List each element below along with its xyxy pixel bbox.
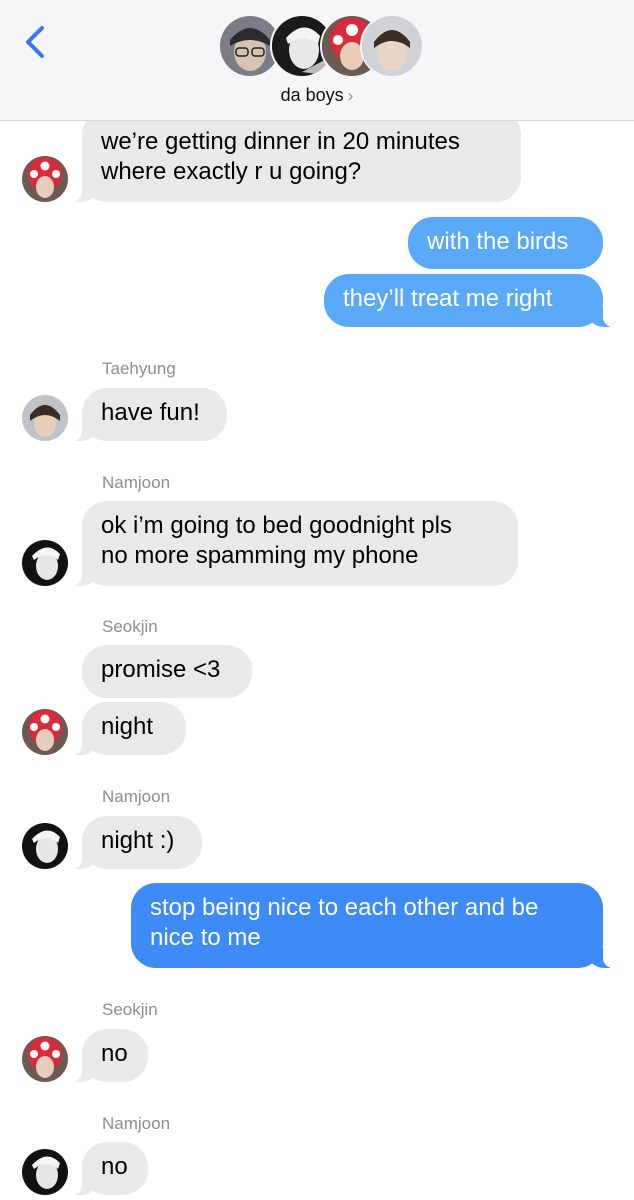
conversation-header: da boys › xyxy=(0,0,634,121)
message-text: nice to me xyxy=(150,924,261,951)
message-text: with the birds xyxy=(427,228,569,255)
message-text: we’re getting dinner in 20 minutes xyxy=(101,128,460,155)
message-bubble[interactable]: no xyxy=(66,1029,148,1082)
message-bubble[interactable]: have fun! xyxy=(66,388,227,441)
message-list[interactable]: we’re getting dinner in 20 minutes where… xyxy=(0,0,634,1200)
avatar[interactable] xyxy=(22,1036,68,1082)
sender-name: Taehyung xyxy=(102,359,176,378)
avatar[interactable] xyxy=(22,709,68,755)
sender-name: Namjoon xyxy=(102,473,171,492)
message-text: no xyxy=(101,1040,128,1067)
message-text: night xyxy=(101,713,154,740)
avatar[interactable] xyxy=(22,540,68,586)
message-bubble[interactable]: with the birds xyxy=(408,217,603,269)
message-text: where exactly r u going? xyxy=(101,158,362,185)
chat-title[interactable]: da boys › xyxy=(0,85,634,106)
avatar[interactable] xyxy=(22,156,68,202)
avatar[interactable] xyxy=(22,823,68,869)
avatar[interactable] xyxy=(22,395,68,441)
message-text: no xyxy=(101,1153,128,1180)
message-text: night :) xyxy=(101,827,175,854)
message-bubble[interactable]: no xyxy=(66,1142,148,1195)
sender-name: Seokjin xyxy=(102,1000,158,1019)
message-text: ok i’m going to bed goodnight pls xyxy=(101,512,452,539)
sender-name: Namjoon xyxy=(102,1114,171,1133)
back-button[interactable] xyxy=(20,24,50,60)
message-text: stop being nice to each other and be xyxy=(150,894,539,921)
message-bubble[interactable]: night xyxy=(66,702,186,755)
message-bubble[interactable]: stop being nice to each other and be nic… xyxy=(131,883,619,968)
message-text: promise <3 xyxy=(101,656,221,683)
chevron-left-icon xyxy=(26,26,44,58)
group-avatars[interactable] xyxy=(218,14,424,78)
avatar xyxy=(360,14,424,78)
message-bubble[interactable]: promise <3 xyxy=(82,645,252,698)
chat-name: da boys xyxy=(280,85,344,105)
message-text: no more spamming my phone xyxy=(101,542,419,569)
message-bubble[interactable]: night :) xyxy=(66,816,202,869)
sender-name: Namjoon xyxy=(102,787,171,806)
chevron-right-icon: › xyxy=(347,86,354,105)
message-text: have fun! xyxy=(101,399,200,426)
message-bubble[interactable]: ok i’m going to bed goodnight pls no mor… xyxy=(66,501,518,586)
message-bubble[interactable]: we’re getting dinner in 20 minutes where… xyxy=(66,110,521,202)
message-bubble[interactable]: they’ll treat me right xyxy=(324,274,619,327)
sender-name: Seokjin xyxy=(102,617,158,636)
message-text: they’ll treat me right xyxy=(343,285,553,312)
avatar[interactable] xyxy=(22,1149,68,1195)
